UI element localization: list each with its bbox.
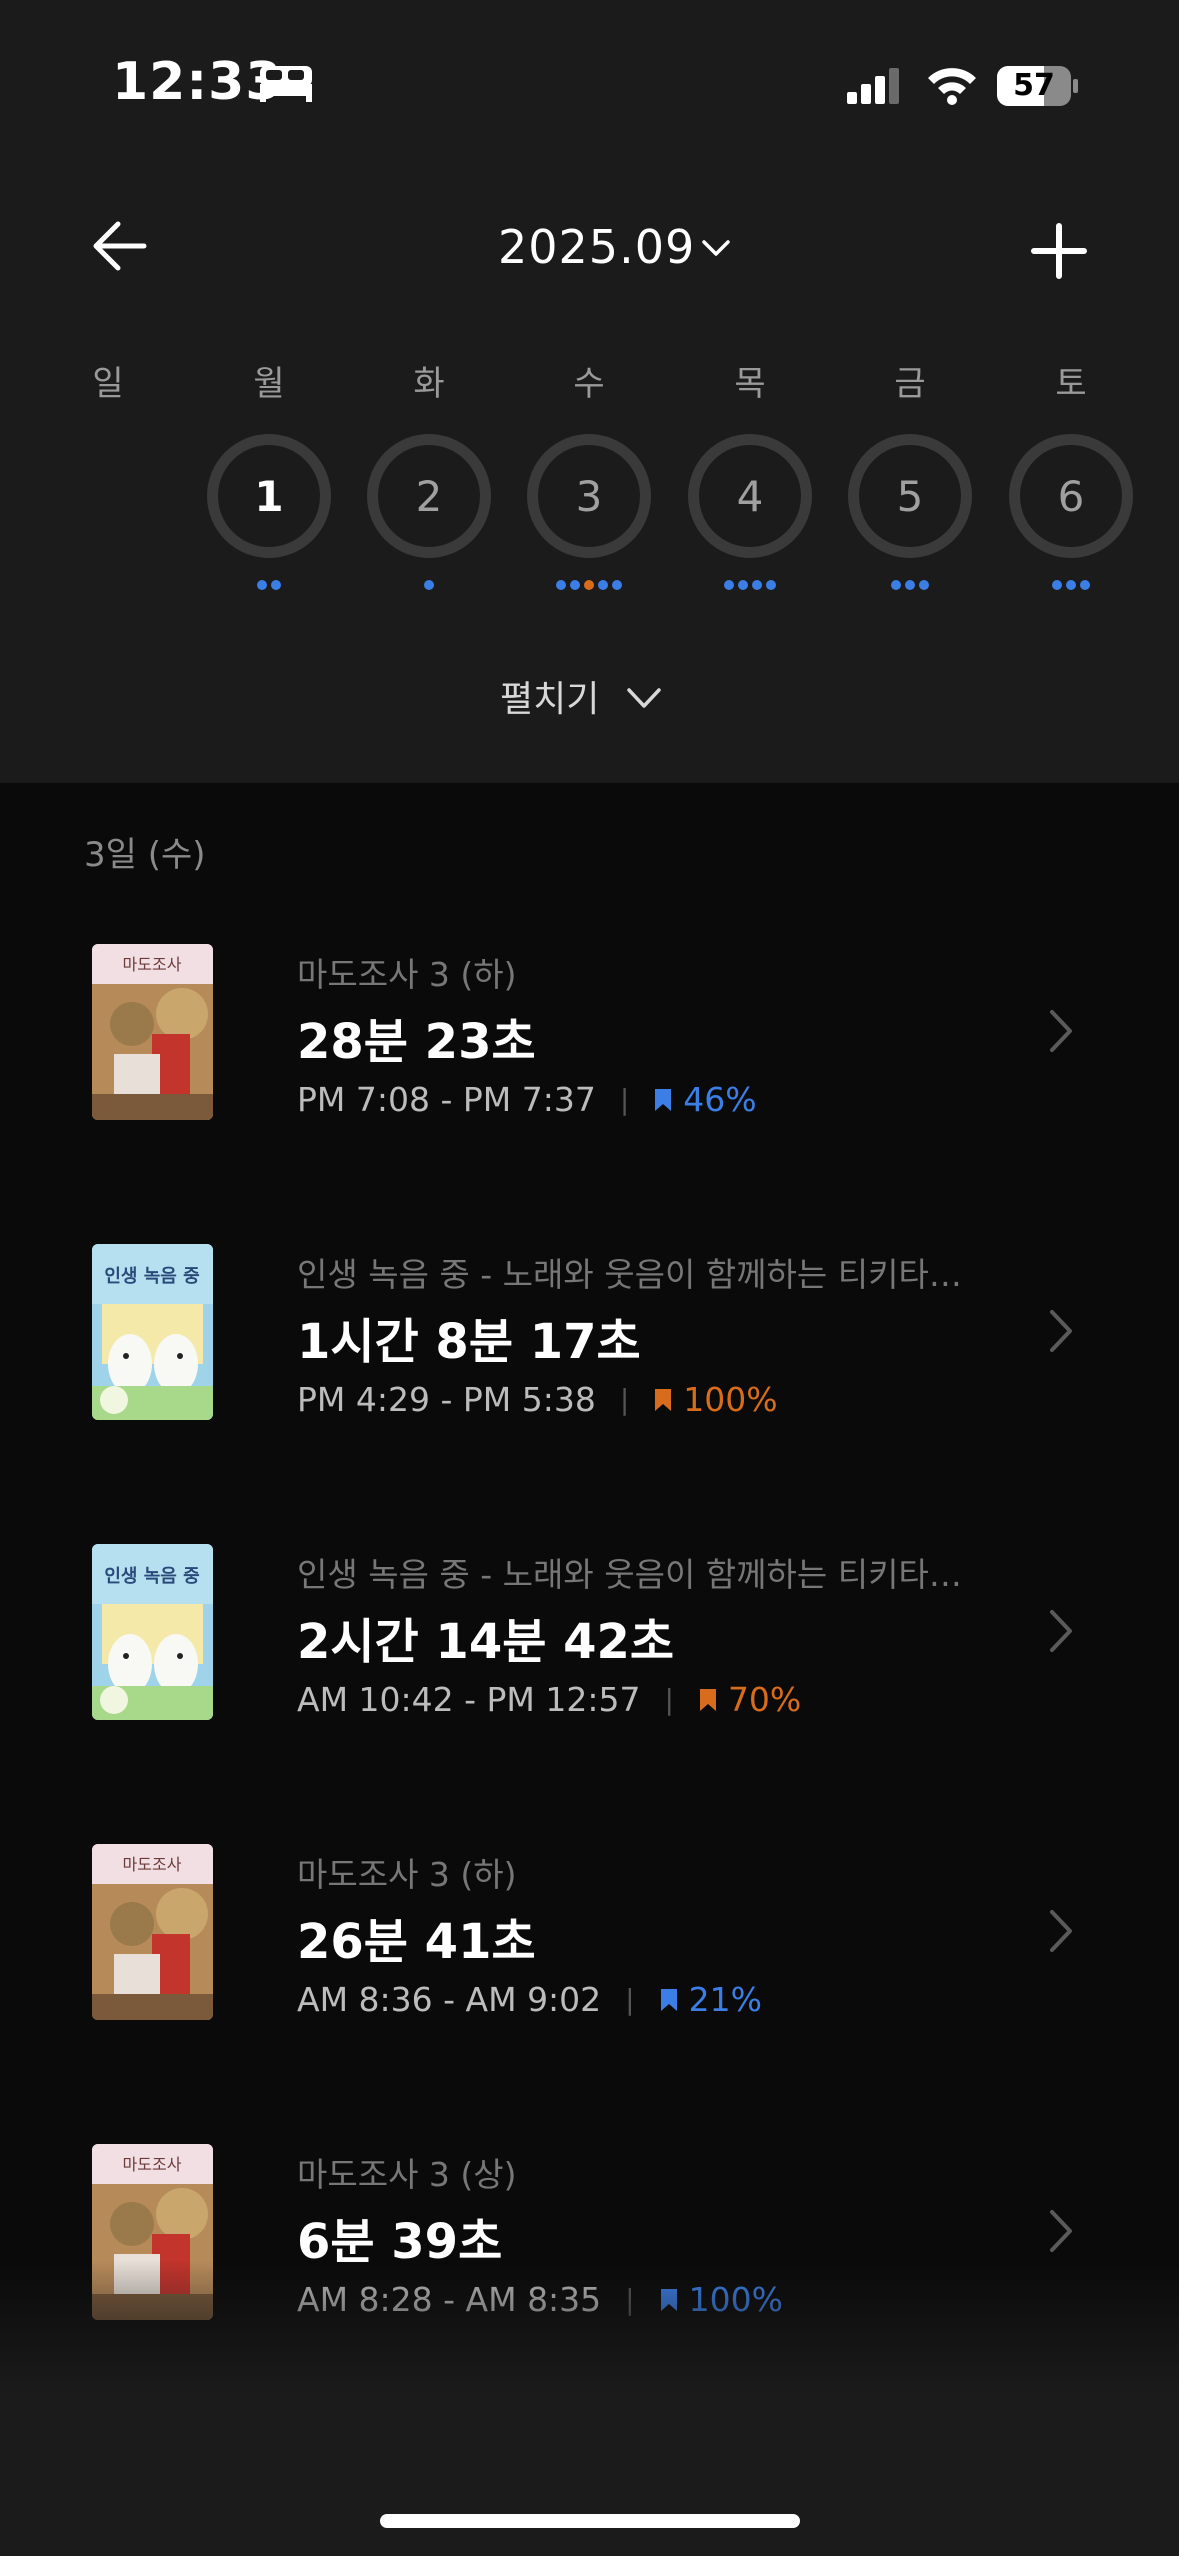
bookmark-icon xyxy=(699,1688,716,1711)
battery-level: 57 xyxy=(1013,68,1055,103)
progress-percent: 46% xyxy=(683,1080,757,1119)
bottom-fade xyxy=(0,2260,1179,2454)
month-title[interactable]: 2025.09 xyxy=(498,220,695,274)
session-time-range: AM 8:36 - AM 9:02 xyxy=(297,1980,602,2019)
chevron-right-icon[interactable] xyxy=(1048,1308,1074,1354)
weekday-thu: 목 xyxy=(734,364,766,404)
home-indicator[interactable] xyxy=(380,2514,800,2528)
activity-dot xyxy=(1052,580,1062,590)
session-time-range: PM 4:29 - PM 5:38 xyxy=(297,1380,596,1419)
day-6-dots xyxy=(1009,580,1133,590)
bottom-bar xyxy=(0,2454,1179,2556)
list-item[interactable]: 인생 녹음 중 인생 녹음 중 - 노래와 웃음이 함께하는 티키타… 2시간 14… xyxy=(0,1544,1179,1844)
activity-dot xyxy=(752,580,762,590)
session-meta: AM 10:42 - PM 12:57 | 70% xyxy=(297,1680,801,1719)
bookmark-icon xyxy=(655,1388,672,1411)
session-duration: 1시간 8분 17초 xyxy=(297,1314,641,1370)
sleep-icon xyxy=(260,66,312,102)
bookmark-icon xyxy=(655,1088,672,1111)
session-duration: 28분 23초 xyxy=(297,1014,536,1070)
activity-dot xyxy=(612,580,622,590)
book-title: 마도조사 3 (상) xyxy=(297,2155,517,2194)
day-4[interactable]: 4 xyxy=(688,434,812,558)
day-5[interactable]: 5 xyxy=(848,434,972,558)
status-time: 12:33 xyxy=(112,52,283,112)
activity-dot xyxy=(766,580,776,590)
book-title: 인생 녹음 중 - 노래와 웃음이 함께하는 티키타… xyxy=(297,1255,962,1294)
day-3-dots xyxy=(527,580,651,590)
activity-dot xyxy=(1080,580,1090,590)
activity-dot xyxy=(891,580,901,590)
day-1-dots xyxy=(207,580,331,590)
session-meta: PM 7:08 - PM 7:37 | 46% xyxy=(297,1080,757,1119)
wifi-icon xyxy=(928,68,976,105)
svg-text:마도조사: 마도조사 xyxy=(123,955,182,974)
activity-dot xyxy=(257,580,267,590)
book-title: 마도조사 3 (하) xyxy=(297,1855,517,1894)
svg-text:마도조사: 마도조사 xyxy=(123,1855,182,1874)
day-4-dots xyxy=(688,580,812,590)
book-title: 인생 녹음 중 - 노래와 웃음이 함께하는 티키타… xyxy=(297,1555,962,1594)
book-cover: 마도조사 xyxy=(92,944,213,1120)
activity-dot xyxy=(598,580,608,590)
progress-percent: 21% xyxy=(688,1980,762,2019)
list-item[interactable]: 인생 녹음 중 인생 녹음 중 - 노래와 웃음이 함께하는 티키타… 1시간 8분… xyxy=(0,1244,1179,1544)
weekday-wed: 수 xyxy=(573,364,605,404)
separator: | xyxy=(619,1083,630,1116)
day-1[interactable]: 1 xyxy=(207,434,331,558)
list-item[interactable]: 마도조사 마도조사 3 (하) 28분 23초 PM 7:08 - PM 7:37 | 4… xyxy=(0,944,1179,1244)
weekday-mon: 월 xyxy=(253,364,285,404)
separator: | xyxy=(664,1683,674,1716)
activity-dot xyxy=(905,580,915,590)
bookmark-icon xyxy=(660,1988,677,2011)
list-date-label: 3일 (수) xyxy=(84,835,206,875)
weekday-tue: 화 xyxy=(413,364,445,404)
expand-button[interactable]: 펼치기 xyxy=(500,670,599,722)
activity-dot xyxy=(724,580,734,590)
day-6[interactable]: 6 xyxy=(1009,434,1133,558)
session-time-range: PM 7:08 - PM 7:37 xyxy=(297,1080,596,1119)
book-title: 마도조사 3 (하) xyxy=(297,955,517,994)
activity-dot xyxy=(424,580,434,590)
signal-icon xyxy=(847,68,899,104)
activity-dot xyxy=(271,580,281,590)
session-duration: 2시간 14분 42초 xyxy=(297,1614,675,1670)
progress-percent: 100% xyxy=(683,1380,778,1419)
activity-dot xyxy=(556,580,566,590)
weekday-sun: 일 xyxy=(92,364,124,404)
book-cover: 인생 녹음 중 xyxy=(92,1544,213,1720)
weekday-fri: 금 xyxy=(894,364,926,404)
chevron-right-icon[interactable] xyxy=(1048,1608,1074,1654)
activity-dot xyxy=(1066,580,1076,590)
book-cover: 마도조사 xyxy=(92,1844,213,2020)
arrow-left-icon[interactable] xyxy=(88,214,152,278)
chevron-down-icon[interactable] xyxy=(626,684,662,712)
list-item[interactable]: 마도조사 마도조사 3 (하) 26분 41초 AM 8:36 - AM 9:02 | 2… xyxy=(0,1844,1179,2144)
separator: | xyxy=(625,1983,635,2016)
svg-text:인생 녹음 중: 인생 녹음 중 xyxy=(104,1266,199,1287)
session-meta: AM 8:36 - AM 9:02 | 21% xyxy=(297,1980,762,2019)
chevron-right-icon[interactable] xyxy=(1048,2208,1074,2254)
day-2-dots xyxy=(367,580,491,590)
day-2[interactable]: 2 xyxy=(367,434,491,558)
session-time-range: AM 10:42 - PM 12:57 xyxy=(297,1680,641,1719)
plus-icon[interactable] xyxy=(1030,222,1088,280)
separator: | xyxy=(619,1383,630,1416)
day-3[interactable]: 3 xyxy=(527,434,651,558)
activity-dot xyxy=(919,580,929,590)
activity-dot xyxy=(570,580,580,590)
session-duration: 26분 41초 xyxy=(297,1914,536,1970)
progress-percent: 70% xyxy=(727,1680,802,1719)
weekday-sat: 토 xyxy=(1055,364,1087,404)
session-meta: PM 4:29 - PM 5:38 | 100% xyxy=(297,1380,778,1419)
svg-text:마도조사: 마도조사 xyxy=(123,2155,182,2174)
chevron-down-icon[interactable] xyxy=(700,236,732,260)
book-cover: 인생 녹음 중 xyxy=(92,1244,213,1420)
svg-text:인생 녹음 중: 인생 녹음 중 xyxy=(104,1566,199,1587)
day-5-dots xyxy=(848,580,972,590)
chevron-right-icon[interactable] xyxy=(1048,1908,1074,1954)
activity-dot xyxy=(584,580,594,590)
activity-dot xyxy=(738,580,748,590)
chevron-right-icon[interactable] xyxy=(1048,1008,1074,1054)
